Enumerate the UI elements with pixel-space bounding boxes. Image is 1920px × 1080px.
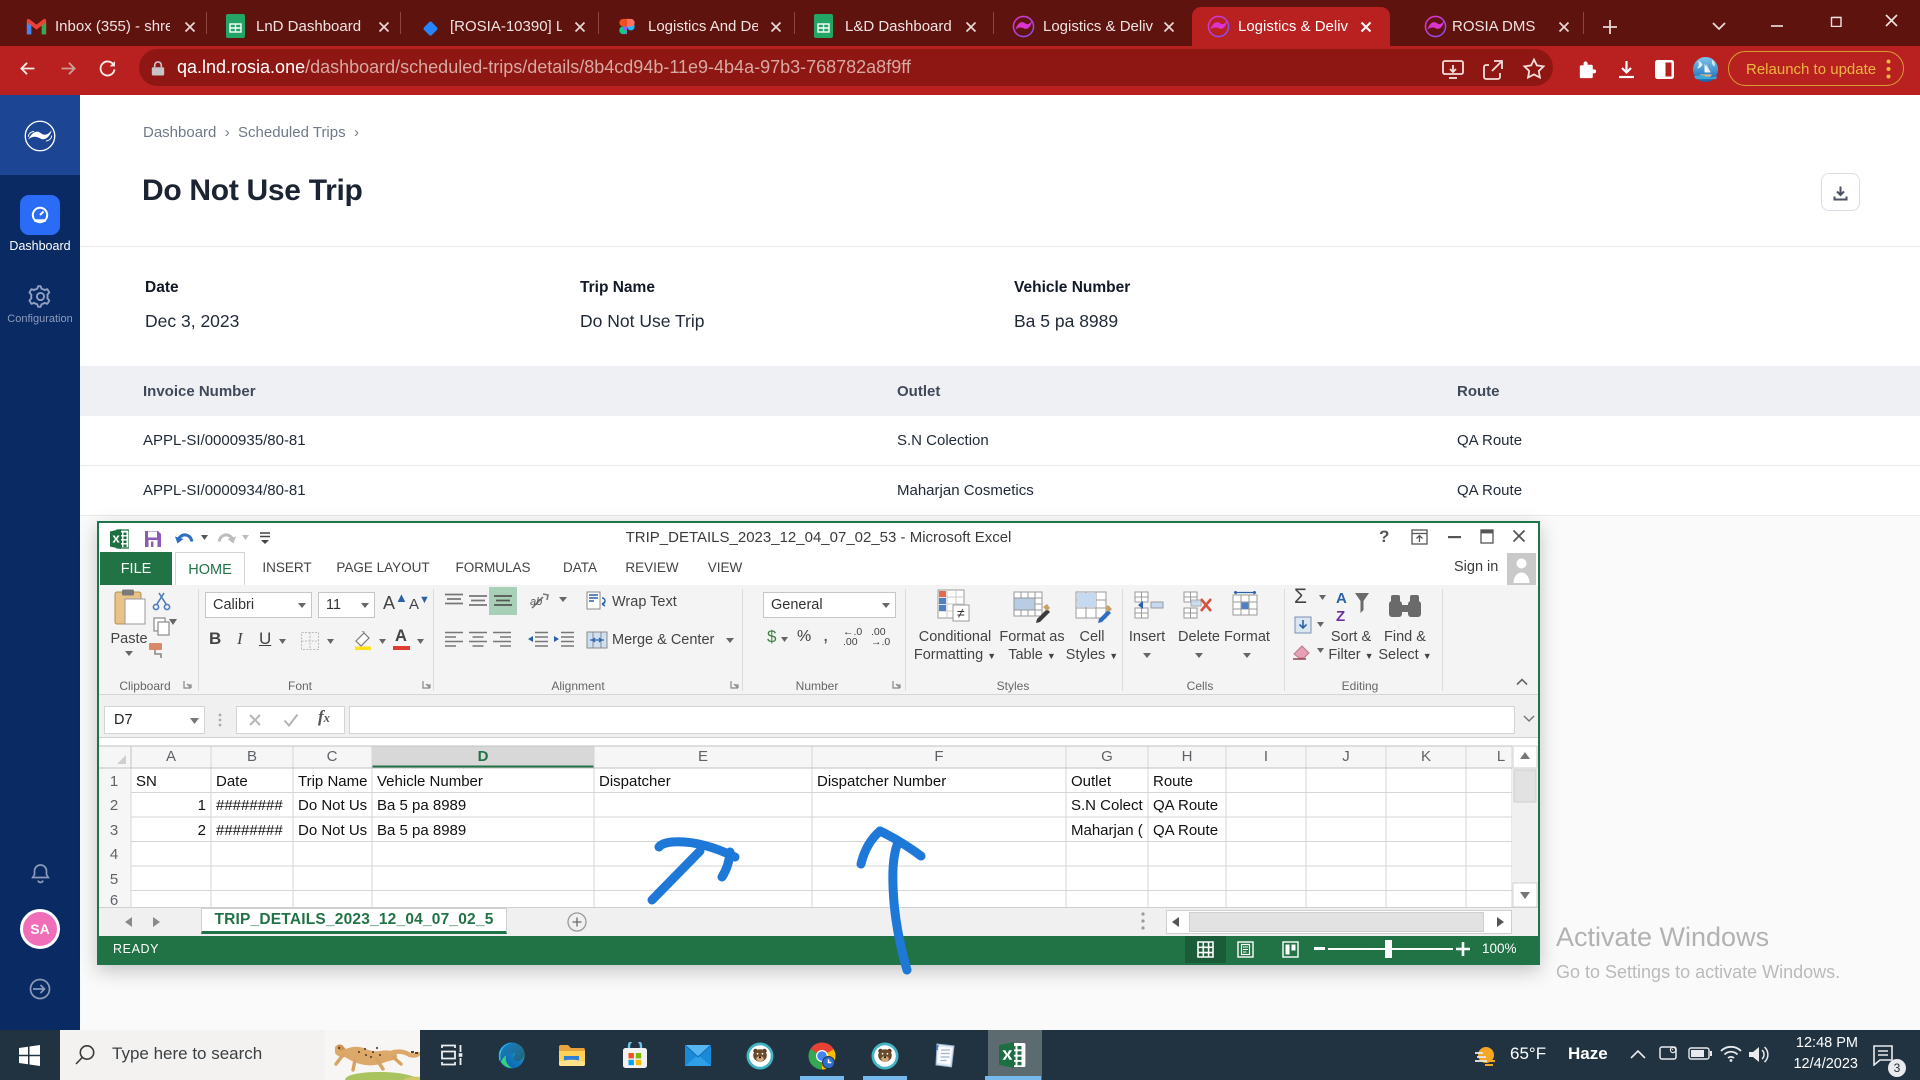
svg-text:B: B bbox=[247, 748, 257, 765]
svg-text:1: 1 bbox=[110, 773, 118, 790]
svg-text:5: 5 bbox=[110, 871, 118, 888]
svg-text:Ba 5 pa 8989: Ba 5 pa 8989 bbox=[377, 822, 466, 839]
svg-text:########: ######## bbox=[216, 822, 283, 839]
svg-text:L: L bbox=[1497, 748, 1505, 765]
svg-text:########: ######## bbox=[216, 797, 283, 814]
svg-text:SN: SN bbox=[136, 773, 157, 790]
svg-text:2: 2 bbox=[198, 822, 206, 839]
svg-text:Maharjan (: Maharjan ( bbox=[1071, 822, 1143, 839]
svg-text:J: J bbox=[1342, 748, 1350, 765]
svg-text:Do Not Us: Do Not Us bbox=[298, 822, 367, 839]
svg-text:K: K bbox=[1421, 748, 1431, 765]
svg-text:F: F bbox=[934, 748, 943, 765]
svg-text:I: I bbox=[1264, 748, 1268, 765]
svg-text:2: 2 bbox=[110, 797, 118, 814]
svg-text:3: 3 bbox=[110, 822, 118, 839]
svg-text:H: H bbox=[1182, 748, 1193, 765]
svg-text:D: D bbox=[478, 748, 489, 765]
svg-text:4: 4 bbox=[110, 846, 118, 863]
svg-text:Date: Date bbox=[216, 773, 248, 790]
svg-text:G: G bbox=[1101, 748, 1113, 765]
svg-text:Dispatcher Number: Dispatcher Number bbox=[817, 773, 946, 790]
svg-text:Ba 5 pa 8989: Ba 5 pa 8989 bbox=[377, 797, 466, 814]
svg-text:1: 1 bbox=[198, 797, 206, 814]
svg-text:Do Not Us: Do Not Us bbox=[298, 797, 367, 814]
svg-text:Route: Route bbox=[1153, 773, 1193, 790]
svg-text:QA Route: QA Route bbox=[1153, 797, 1218, 814]
svg-text:S.N Colect: S.N Colect bbox=[1071, 797, 1144, 814]
svg-text:C: C bbox=[327, 748, 338, 765]
svg-text:E: E bbox=[698, 748, 708, 765]
svg-text:Trip Name: Trip Name bbox=[298, 773, 367, 790]
svg-text:A: A bbox=[166, 748, 176, 765]
svg-text:Outlet: Outlet bbox=[1071, 773, 1112, 790]
svg-text:Vehicle Number: Vehicle Number bbox=[377, 773, 483, 790]
svg-text:QA Route: QA Route bbox=[1153, 822, 1218, 839]
svg-text:Dispatcher: Dispatcher bbox=[599, 773, 671, 790]
